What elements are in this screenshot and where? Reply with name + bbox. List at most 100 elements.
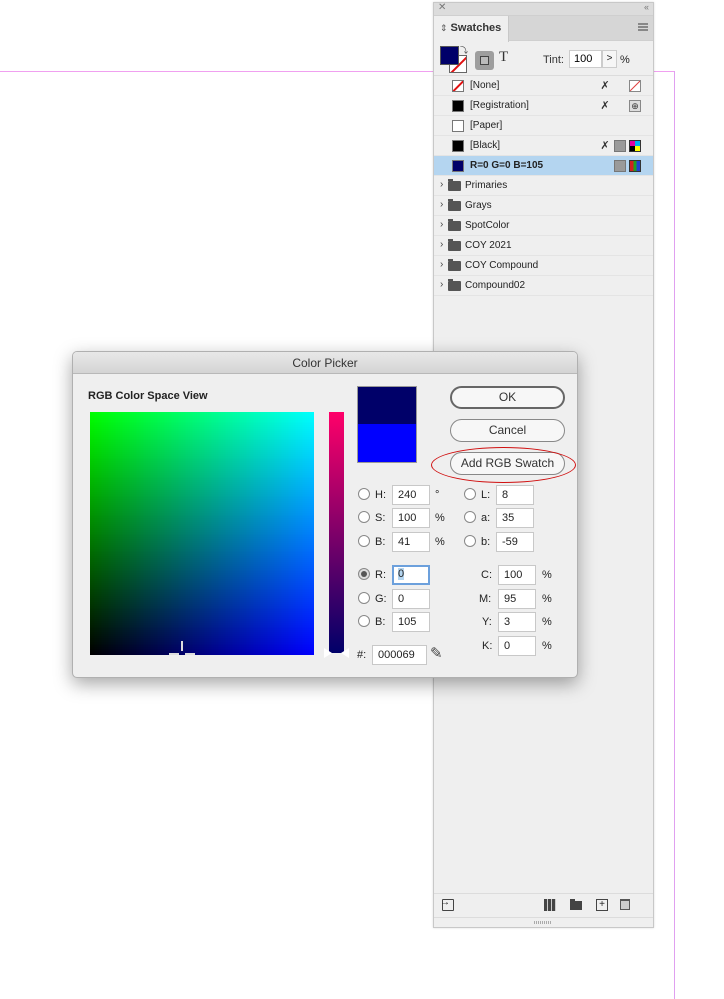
blue-radio[interactable] — [358, 615, 370, 627]
lab-a-radio[interactable] — [464, 511, 476, 523]
lab-b-radio[interactable] — [464, 535, 476, 547]
swatch-group-coy-2021[interactable]: › COY 2021 — [434, 236, 653, 256]
swatch-group-spotcolor[interactable]: › SpotColor — [434, 216, 653, 236]
hex-input[interactable] — [372, 645, 427, 665]
saturation-radio[interactable] — [358, 511, 370, 523]
swatch-chip — [452, 100, 464, 112]
tab-swatches[interactable]: ⇕ Swatches — [434, 16, 509, 42]
rgb-mode-icon — [629, 160, 641, 172]
blue-label: B: — [375, 616, 386, 628]
brightness-input[interactable] — [392, 532, 430, 552]
swatch-group-grays[interactable]: › Grays — [434, 196, 653, 216]
lab-a-input[interactable] — [496, 508, 534, 528]
new-swatch-icon[interactable]: + — [596, 899, 608, 911]
swatch-chip — [452, 120, 464, 132]
chevron-right-icon[interactable]: › — [440, 259, 443, 270]
new-color-group-icon[interactable] — [570, 899, 582, 910]
swap-fill-stroke-icon[interactable]: ⤵ — [460, 45, 468, 56]
chevron-right-icon[interactable]: › — [440, 179, 443, 190]
color-space-label: RGB Color Space View — [88, 390, 208, 402]
add-rgb-swatch-button[interactable]: Add RGB Swatch — [450, 452, 565, 475]
slider-thumb[interactable] — [324, 648, 349, 658]
no-edit-icon: ✗ — [600, 140, 610, 152]
swatch-name: R=0 G=0 B=105 — [470, 160, 544, 171]
red-channel-slider[interactable] — [329, 412, 344, 653]
show-swatch-kinds-icon[interactable] — [544, 899, 556, 911]
lab-l-input[interactable] — [496, 485, 534, 505]
panel-tabbar: ⇕ Swatches — [434, 16, 653, 42]
brightness-radio[interactable] — [358, 535, 370, 547]
color-field-gradient — [90, 412, 314, 655]
swatch-group-primaries[interactable]: › Primaries — [434, 176, 653, 196]
swatch-row-black[interactable]: [Black] ✗ — [434, 136, 653, 156]
tint-slider-button[interactable]: > — [602, 50, 617, 68]
swatch-name: [Paper] — [470, 120, 503, 131]
trash-icon[interactable] — [620, 899, 630, 910]
swatch-row-paper[interactable]: [Paper] — [434, 116, 653, 136]
cmyk-mode-icon — [629, 140, 641, 152]
tint-label: Tint: — [543, 54, 564, 66]
magenta-label: M: — [479, 593, 492, 605]
chevron-right-icon[interactable]: › — [440, 199, 443, 210]
folder-icon — [448, 219, 461, 231]
panel-menu-icon[interactable] — [638, 23, 648, 31]
saturation-unit: % — [435, 512, 445, 524]
cyan-unit: % — [542, 569, 552, 581]
black-input[interactable] — [498, 636, 536, 656]
color-field[interactable] — [90, 412, 314, 655]
swatch-row-rgb-0-0-105[interactable]: R=0 G=0 B=105 — [434, 156, 653, 176]
fill-swatch-box[interactable] — [440, 46, 459, 65]
cancel-button[interactable]: Cancel — [450, 419, 565, 442]
swatch-row-registration[interactable]: [Registration] ✗ ⊕ — [434, 96, 653, 116]
folder-icon — [448, 279, 461, 291]
swatch-chip — [452, 140, 464, 152]
swatch-group-coy-compound[interactable]: › COY Compound — [434, 256, 653, 276]
swatch-chip — [452, 80, 464, 92]
tint-input[interactable] — [569, 50, 602, 68]
formatting-affects-text-button[interactable]: T — [499, 49, 508, 66]
yellow-input[interactable] — [498, 612, 536, 632]
green-radio[interactable] — [358, 592, 370, 604]
original-color-preview — [358, 424, 416, 462]
chevron-right-icon[interactable]: › — [440, 239, 443, 250]
red-input[interactable]: 0 — [392, 565, 430, 585]
hue-input[interactable] — [392, 485, 430, 505]
red-input-value: 0 — [398, 568, 405, 580]
group-name: Compound02 — [465, 280, 526, 291]
swatch-chip — [452, 160, 464, 172]
ok-button[interactable]: OK — [450, 386, 565, 409]
collapse-panel-icon[interactable]: ‹‹ — [644, 2, 649, 12]
panel-resize-grip[interactable] — [434, 917, 653, 927]
swatch-list: [None] ✗ [Registration] ✗ ⊕ [Paper] [Bla… — [434, 76, 653, 296]
close-icon[interactable]: ✕ — [438, 2, 446, 13]
hue-unit: ° — [435, 489, 440, 501]
lab-l-radio[interactable] — [464, 488, 476, 500]
panel-titlebar[interactable]: ✕ ‹‹ — [434, 2, 653, 16]
magenta-input[interactable] — [498, 589, 536, 609]
swatch-row-none[interactable]: [None] ✗ — [434, 76, 653, 96]
dialog-title[interactable]: Color Picker — [73, 352, 577, 374]
green-input[interactable] — [392, 589, 430, 609]
lab-a-label: a: — [481, 512, 491, 524]
color-field-marker[interactable] — [169, 641, 196, 655]
load-swatches-icon[interactable] — [440, 897, 454, 911]
hue-radio[interactable] — [358, 488, 370, 500]
color-preview — [357, 386, 417, 463]
saturation-input[interactable] — [392, 508, 430, 528]
swatches-toolbar: ⤵ T Tint: > % — [434, 41, 653, 76]
folder-icon — [448, 259, 461, 271]
red-label: R: — [375, 569, 386, 581]
process-color-icon — [614, 140, 626, 152]
red-radio[interactable] — [358, 568, 370, 580]
group-name: Grays — [465, 200, 492, 211]
chevron-right-icon[interactable]: › — [440, 279, 443, 290]
swatch-group-compound02[interactable]: › Compound02 — [434, 276, 653, 296]
cyan-input[interactable] — [498, 565, 536, 585]
swatch-name: [Black] — [470, 140, 501, 151]
tab-swatches-label: Swatches — [450, 22, 502, 34]
blue-input[interactable] — [392, 612, 430, 632]
chevron-right-icon[interactable]: › — [440, 219, 443, 230]
formatting-affects-container-button[interactable] — [475, 51, 494, 70]
eyedropper-icon[interactable]: ✎ — [430, 644, 443, 662]
lab-b-input[interactable] — [496, 532, 534, 552]
